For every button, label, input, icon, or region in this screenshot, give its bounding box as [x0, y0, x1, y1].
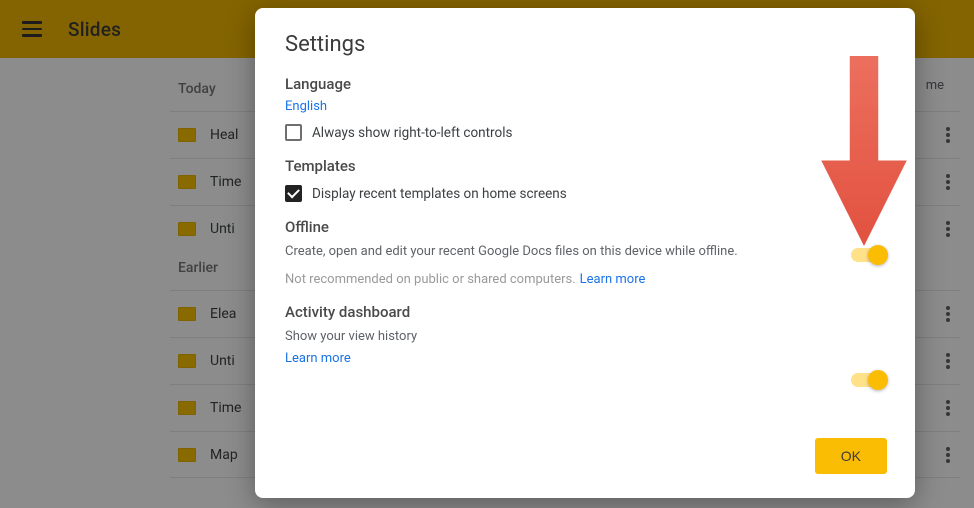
offline-desc: Create, open and edit your recent Google…	[285, 242, 885, 262]
language-heading: Language	[285, 75, 885, 93]
templates-heading: Templates	[285, 157, 885, 175]
offline-heading: Offline	[285, 218, 885, 236]
ok-button[interactable]: OK	[815, 438, 887, 474]
rtl-checkbox-label: Always show right-to-left controls	[312, 125, 512, 141]
display-templates-checkbox[interactable]	[285, 185, 302, 202]
offline-warn: Not recommended on public or shared comp…	[285, 272, 576, 287]
settings-dialog: Settings Language English Always show ri…	[255, 8, 915, 498]
activity-heading: Activity dashboard	[285, 303, 885, 321]
language-link[interactable]: English	[285, 99, 885, 114]
activity-desc: Show your view history	[285, 327, 885, 347]
rtl-checkbox[interactable]	[285, 124, 302, 141]
offline-toggle[interactable]	[851, 248, 885, 262]
dialog-title: Settings	[285, 32, 885, 57]
activity-toggle[interactable]	[851, 373, 885, 387]
activity-learn-more[interactable]: Learn more	[285, 351, 885, 366]
offline-learn-more[interactable]: Learn more	[580, 272, 646, 287]
display-templates-label: Display recent templates on home screens	[312, 186, 567, 202]
